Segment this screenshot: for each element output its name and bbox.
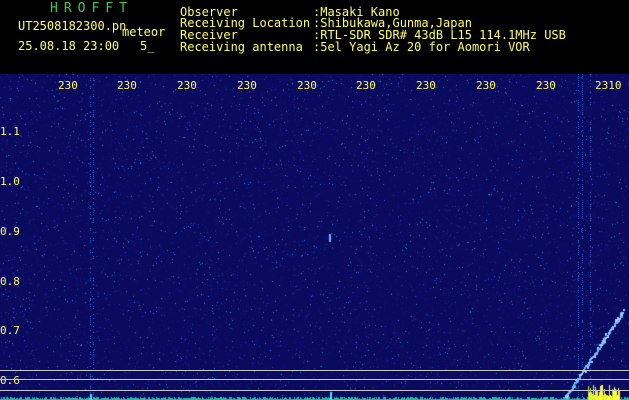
x-tick: 230: [536, 79, 556, 92]
x-tick: 230: [476, 79, 496, 92]
reference-line: [0, 370, 629, 371]
x-tick: 230: [356, 79, 376, 92]
x-tick: 230: [58, 79, 78, 92]
y-tick: 1.1: [0, 125, 20, 138]
datetime-label: 25.08.18 23:00: [18, 39, 120, 53]
spectrogram-canvas: [0, 74, 629, 400]
x-tick: 230: [117, 79, 137, 92]
interval-label: 5_: [140, 39, 155, 53]
program-title: HROFFT: [50, 1, 133, 16]
y-tick: 1.0: [0, 175, 20, 188]
y-tick: 0.9: [0, 225, 20, 238]
y-tick: 0.6: [0, 374, 20, 387]
x-tick: 230: [177, 79, 197, 92]
x-tick: 230: [416, 79, 436, 92]
x-tick: 2310: [595, 79, 622, 92]
mode-label: meteor: [122, 25, 166, 39]
y-tick: 0.8: [0, 275, 20, 288]
x-tick: 230: [237, 79, 257, 92]
x-tick: 230: [297, 79, 317, 92]
filename-label: UT2508182300.pn: [18, 19, 127, 33]
y-tick: 0.7: [0, 324, 20, 337]
antenna-value: :5el Yagi Az 20 for Aomori VOR: [313, 40, 530, 54]
reference-line: [0, 390, 629, 391]
antenna-label: Receiving antenna: [180, 40, 303, 54]
reference-line: [0, 379, 629, 380]
header-panel: HROFFT UT2508182300.pn meteor 25.08.18 2…: [0, 0, 629, 86]
spectrogram: [0, 74, 629, 400]
